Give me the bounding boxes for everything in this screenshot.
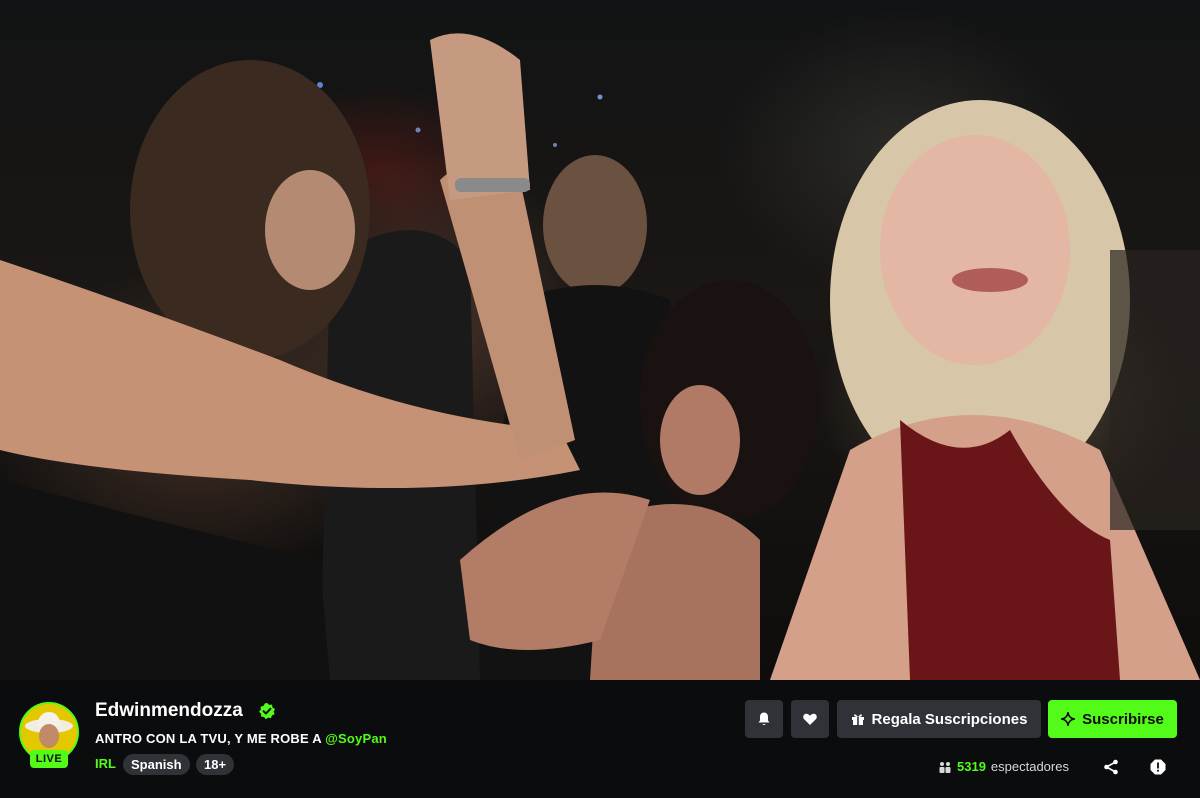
gift-icon <box>851 714 864 725</box>
stream-title: ANTRO CON LA TVU, Y ME ROBE A @SoyPan <box>95 731 387 746</box>
heart-icon <box>803 713 817 725</box>
stream-title-text: ANTRO CON LA TVU, Y ME ROBE A <box>95 731 326 746</box>
tag-mature[interactable]: 18+ <box>196 754 235 775</box>
sparkle-icon <box>1061 712 1076 726</box>
viewer-count-number: 5319 <box>957 759 986 774</box>
gift-subscriptions-button[interactable]: Regala Suscripciones <box>837 700 1041 738</box>
share-icon[interactable] <box>1102 758 1120 776</box>
subscribe-button[interactable]: Suscribirse <box>1048 700 1177 738</box>
channel-name[interactable]: Edwinmendozza <box>95 700 243 722</box>
verified-badge-icon <box>259 702 276 720</box>
video-frame <box>0 33 1200 680</box>
gift-button-label: Regala Suscripciones <box>871 710 1028 728</box>
video-player[interactable] <box>0 0 1200 680</box>
viewers-icon <box>939 761 951 773</box>
live-badge: LIVE <box>30 750 68 768</box>
notifications-button[interactable] <box>745 700 783 738</box>
title-mention-link[interactable]: @SoyPan <box>325 731 387 746</box>
viewer-count-label: espectadores <box>990 759 1069 774</box>
report-icon[interactable] <box>1149 758 1167 776</box>
tag-language[interactable]: Spanish <box>123 754 190 775</box>
follow-button[interactable] <box>791 700 829 738</box>
category-link[interactable]: IRL <box>95 756 116 771</box>
channel-avatar[interactable]: LIVE <box>19 702 79 768</box>
viewer-count: 5319 espectadores <box>938 759 1069 774</box>
bell-icon <box>758 712 770 725</box>
subscribe-button-label: Suscribirse <box>1082 710 1164 728</box>
